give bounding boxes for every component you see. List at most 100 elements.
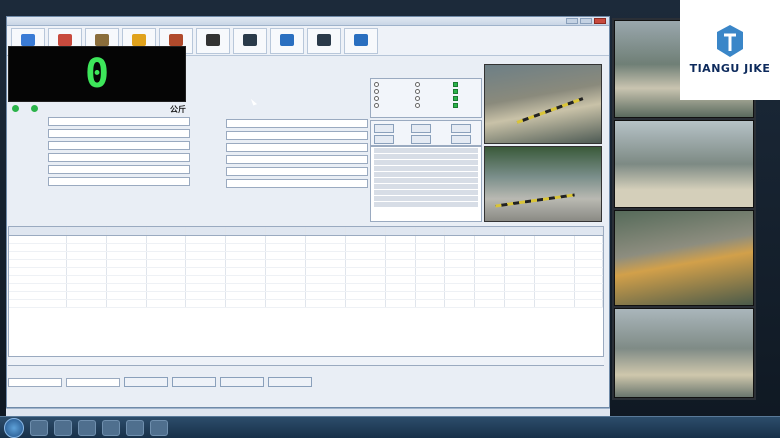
form-input[interactable] [226,143,368,152]
gate-button[interactable] [374,124,394,133]
column-header[interactable] [226,227,267,235]
table-cell [346,260,386,267]
table-cell [535,292,576,299]
table-cell [266,300,306,307]
form-input[interactable] [48,165,190,174]
table-cell [226,236,267,243]
table-cell [306,300,346,307]
table-cell [306,260,346,267]
table-cell [445,292,476,299]
radio-button[interactable] [374,82,379,87]
table-row[interactable] [9,300,603,308]
radio-button[interactable] [415,103,420,108]
column-header[interactable] [306,227,346,235]
column-header[interactable] [475,227,506,235]
taskbar-app-icon[interactable] [30,419,48,436]
gate-button[interactable] [411,124,431,133]
radio-button[interactable] [374,103,379,108]
form-input[interactable] [226,131,368,140]
toolbar-button[interactable] [270,27,304,54]
table-header [9,227,603,236]
table-row[interactable] [9,292,603,300]
toolbar-button[interactable] [307,27,341,54]
form-input[interactable] [226,179,368,188]
column-header[interactable] [575,227,603,235]
table-row[interactable] [9,244,603,252]
table-cell [575,268,603,275]
form-input[interactable] [226,155,368,164]
start-button[interactable] [4,417,24,438]
table-cell [226,244,267,251]
radio-button[interactable] [374,89,379,94]
toolbar-button[interactable] [344,27,378,54]
column-header[interactable] [416,227,446,235]
table-cell [186,276,227,283]
form-input[interactable] [48,177,190,186]
record-scope-select[interactable] [66,377,120,387]
column-header[interactable] [186,227,227,235]
column-header[interactable] [346,227,386,235]
gate-button[interactable] [374,135,394,144]
table-cell [9,260,67,267]
column-header[interactable] [266,227,306,235]
column-header[interactable] [9,227,67,235]
column-header[interactable] [505,227,536,235]
column-header[interactable] [386,227,416,235]
table-row[interactable] [9,284,603,292]
camera-feed-6 [614,308,754,398]
taskbar-app-icon[interactable] [102,419,120,436]
radio-button[interactable] [415,96,420,101]
form-input[interactable] [226,119,368,128]
radio-button[interactable] [415,82,420,87]
table-row[interactable] [9,268,603,276]
minimize-button[interactable] [566,18,578,24]
form-row [200,154,368,165]
radio-button[interactable] [374,96,379,101]
form-row [14,152,190,163]
taskbar-app-icon[interactable] [78,419,96,436]
table-row[interactable] [9,236,603,244]
record-filter-select[interactable] [8,377,62,387]
maximize-button[interactable] [580,18,592,24]
table-row[interactable] [9,276,603,284]
status-right [31,104,40,112]
taskbar-app-icon[interactable] [126,419,144,436]
close-button[interactable] [594,18,606,24]
taskbar [0,416,780,438]
table-cell [186,236,227,243]
form-input[interactable] [48,117,190,126]
bottom-button[interactable] [268,377,312,387]
log-line [374,154,478,159]
table-cell [386,236,416,243]
gate-button[interactable] [451,124,471,133]
form-row [14,116,190,127]
column-header[interactable] [107,227,147,235]
table-cell [306,236,346,243]
gate-button[interactable] [451,135,471,144]
table-cell [346,300,386,307]
table-cell [386,260,416,267]
table-row[interactable] [9,252,603,260]
toolbar-button[interactable] [196,27,230,54]
table-cell [416,260,446,267]
camera-feed-2 [484,146,602,222]
option-group [374,81,379,109]
column-header[interactable] [67,227,107,235]
toolbar-button[interactable] [233,27,267,54]
table-row[interactable] [9,260,603,268]
bottom-button[interactable] [124,377,168,387]
taskbar-app-icon[interactable] [54,419,72,436]
column-header[interactable] [535,227,576,235]
form-input[interactable] [226,167,368,176]
column-header[interactable] [445,227,476,235]
column-header[interactable] [147,227,187,235]
gate-button[interactable] [411,135,431,144]
table-cell [346,292,386,299]
bottom-button[interactable] [172,377,216,387]
taskbar-app-icon[interactable] [150,419,168,436]
radio-button[interactable] [415,89,420,94]
form-input[interactable] [48,153,190,162]
bottom-button[interactable] [220,377,264,387]
form-input[interactable] [48,129,190,138]
form-input[interactable] [48,141,190,150]
